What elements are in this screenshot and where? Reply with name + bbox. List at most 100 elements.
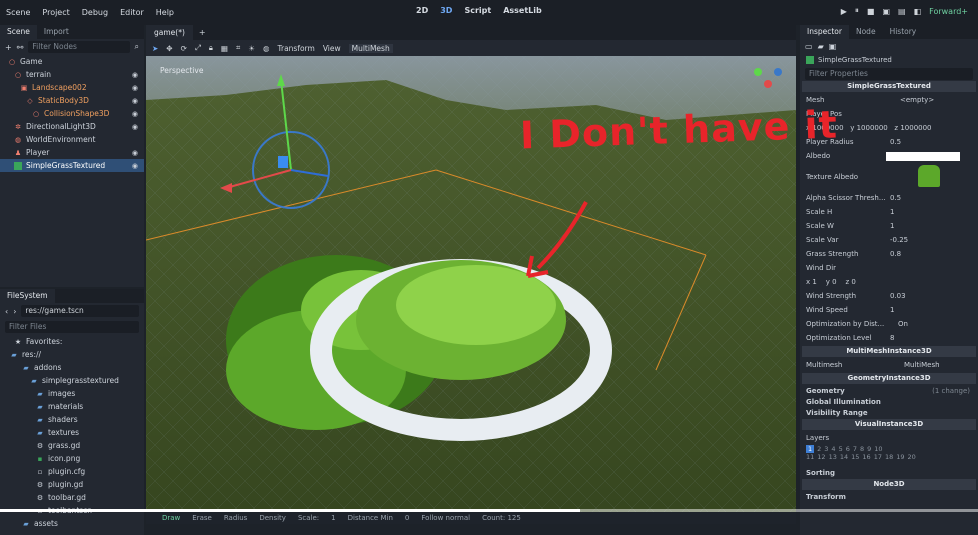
menu-scene[interactable]: Scene: [0, 8, 36, 17]
section-geometryinstance[interactable]: GeometryInstance3D: [802, 373, 976, 384]
pause-icon[interactable]: ⏸: [855, 6, 859, 16]
workspace-script[interactable]: Script: [464, 6, 491, 15]
draw-button[interactable]: Draw: [162, 514, 180, 522]
workspace-2d[interactable]: 2D: [416, 6, 428, 15]
visibility-icon[interactable]: ◉: [132, 123, 138, 131]
list-item[interactable]: ▰ textures: [0, 426, 144, 439]
renderer-select[interactable]: Forward+: [929, 7, 968, 16]
grid-icon[interactable]: ▦: [221, 44, 228, 53]
menu-view[interactable]: View: [323, 44, 341, 53]
tree-node-grass[interactable]: SimpleGrassTextured ◉: [0, 159, 144, 172]
menu-editor[interactable]: Editor: [114, 8, 150, 17]
group-global-illumination[interactable]: Global Illumination: [800, 396, 978, 407]
tab-import[interactable]: Import: [37, 25, 76, 39]
list-item[interactable]: ★ Favorites:: [0, 335, 144, 348]
list-item[interactable]: ⚙ grass.gd: [0, 439, 144, 452]
group-sorting[interactable]: Sorting: [800, 467, 978, 478]
list-item[interactable]: ▰ res://: [0, 348, 144, 361]
lock-icon[interactable]: 🔒︎: [209, 43, 213, 53]
prop-wind-strength[interactable]: Wind Strength 0.03: [800, 289, 978, 303]
tree-node-staticbody[interactable]: ◇ StaticBody3D ◉: [0, 94, 144, 107]
filter-properties-input[interactable]: Filter Properties: [805, 67, 973, 80]
filter-files-input[interactable]: Filter Files: [5, 321, 139, 333]
list-item[interactable]: ⚙ toolbar.gd: [0, 491, 144, 504]
tree-node-environment[interactable]: ◍ WorldEnvironment: [0, 133, 144, 146]
link-icon[interactable]: ⚯: [17, 43, 24, 52]
prop-scale-h[interactable]: Scale H1: [800, 205, 978, 219]
env-icon[interactable]: ◍: [263, 44, 270, 53]
prop-texture-albedo[interactable]: Texture Albedo: [800, 163, 978, 191]
visibility-icon[interactable]: ◉: [132, 110, 138, 118]
path-field[interactable]: res://game.tscn: [21, 305, 139, 317]
save-resource-icon[interactable]: ▣: [829, 42, 837, 51]
tab-scene[interactable]: Scene: [0, 25, 37, 39]
prop-wind-speed[interactable]: Wind Speed 1: [800, 303, 978, 317]
visibility-icon[interactable]: ◉: [132, 97, 138, 105]
list-item[interactable]: ▫ plugin.cfg: [0, 465, 144, 478]
layers-grid[interactable]: 1 2 3 4 5 6 7 8 9 10 11 12 13 14 15 16 1…: [800, 445, 978, 461]
tree-node-terrain[interactable]: ○ terrain ◉: [0, 68, 144, 81]
video-progress-bar[interactable]: [0, 509, 978, 512]
list-item[interactable]: ▰ images: [0, 387, 144, 400]
list-item[interactable]: ▰ simplegrasstextured: [0, 374, 144, 387]
distance-field[interactable]: 0: [405, 514, 409, 522]
group-visibility-range[interactable]: Visibility Range: [800, 407, 978, 418]
sun-icon[interactable]: ☀: [248, 44, 255, 53]
tab-game-scene[interactable]: game(*): [146, 25, 193, 40]
add-node-icon[interactable]: +: [5, 43, 12, 52]
prop-alpha-scissor[interactable]: Alpha Scissor Thresh... 0.5: [800, 191, 978, 205]
visibility-icon[interactable]: ◉: [132, 84, 138, 92]
tab-filesystem[interactable]: FileSystem: [0, 289, 55, 303]
menu-help[interactable]: Help: [150, 8, 180, 17]
tree-node-player[interactable]: ♟ Player ◉: [0, 146, 144, 159]
section-multimeshinstance[interactable]: MultiMeshInstance3D: [802, 346, 976, 357]
tab-history[interactable]: History: [883, 25, 924, 39]
movie-icon[interactable]: ◧: [914, 7, 922, 16]
play-icon[interactable]: ▶: [841, 7, 847, 16]
rotate-icon[interactable]: ⟳: [181, 44, 187, 53]
back-icon[interactable]: ‹: [5, 307, 8, 316]
prop-scale-var[interactable]: Scale Var -0.25: [800, 233, 978, 247]
select-icon[interactable]: ➤: [152, 44, 158, 53]
menu-project[interactable]: Project: [36, 8, 75, 17]
play-scene-icon[interactable]: ▣: [882, 7, 890, 16]
add-tab-icon[interactable]: +: [193, 28, 212, 37]
filter-nodes-input[interactable]: Filter Nodes: [28, 41, 130, 53]
prop-wind-dir-xyz[interactable]: x 1 y 0 z 0: [800, 275, 978, 289]
list-item[interactable]: ▪ icon.png: [0, 452, 144, 465]
list-item[interactable]: ▰ assets: [0, 517, 144, 530]
section-simplegrass[interactable]: SimpleGrassTextured: [802, 81, 976, 92]
group-geometry[interactable]: Geometry (1 change): [800, 385, 978, 396]
perspective-label[interactable]: Perspective: [160, 66, 203, 75]
tree-node-collision[interactable]: ○ CollisionShape3D ◉: [0, 107, 144, 120]
prop-optimization-level[interactable]: Optimization Level 8: [800, 331, 978, 345]
scale-icon[interactable]: ⤢: [195, 43, 201, 53]
tree-node-light[interactable]: ✲ DirectionalLight3D ◉: [0, 120, 144, 133]
prop-multimesh[interactable]: Multimesh MultiMesh: [800, 358, 978, 372]
follow-normal-checkbox[interactable]: Follow normal: [421, 514, 470, 522]
scale-field[interactable]: 1: [331, 514, 335, 522]
tree-node-landscape[interactable]: ▣ Landscape002 ◉: [0, 81, 144, 94]
workspace-assetlib[interactable]: AssetLib: [503, 6, 542, 15]
texture-thumbnail[interactable]: [918, 165, 940, 187]
tab-node[interactable]: Node: [849, 25, 883, 39]
move-icon[interactable]: ✥: [166, 44, 172, 53]
workspace-3d[interactable]: 3D: [440, 6, 452, 15]
snap-icon[interactable]: ⌗: [236, 43, 240, 53]
prop-grass-strength[interactable]: Grass Strength 0.8: [800, 247, 978, 261]
forward-icon[interactable]: ›: [13, 307, 16, 316]
prop-albedo[interactable]: Albedo: [800, 149, 978, 163]
visibility-icon[interactable]: ◉: [132, 71, 138, 79]
section-node3d[interactable]: Node3D: [802, 479, 976, 490]
list-item[interactable]: ▰ materials: [0, 400, 144, 413]
group-transform[interactable]: Transform: [800, 491, 978, 502]
menu-debug[interactable]: Debug: [76, 8, 114, 17]
open-resource-icon[interactable]: ▰: [818, 42, 824, 51]
visibility-icon[interactable]: ◉: [132, 162, 138, 170]
stop-icon[interactable]: ■: [867, 7, 875, 16]
list-item[interactable]: ▰ addons: [0, 361, 144, 374]
tab-inspector[interactable]: Inspector: [800, 25, 849, 39]
tree-node-game[interactable]: ○ Game: [0, 55, 144, 68]
new-resource-icon[interactable]: ▭: [805, 42, 813, 51]
albedo-swatch[interactable]: [886, 151, 960, 161]
